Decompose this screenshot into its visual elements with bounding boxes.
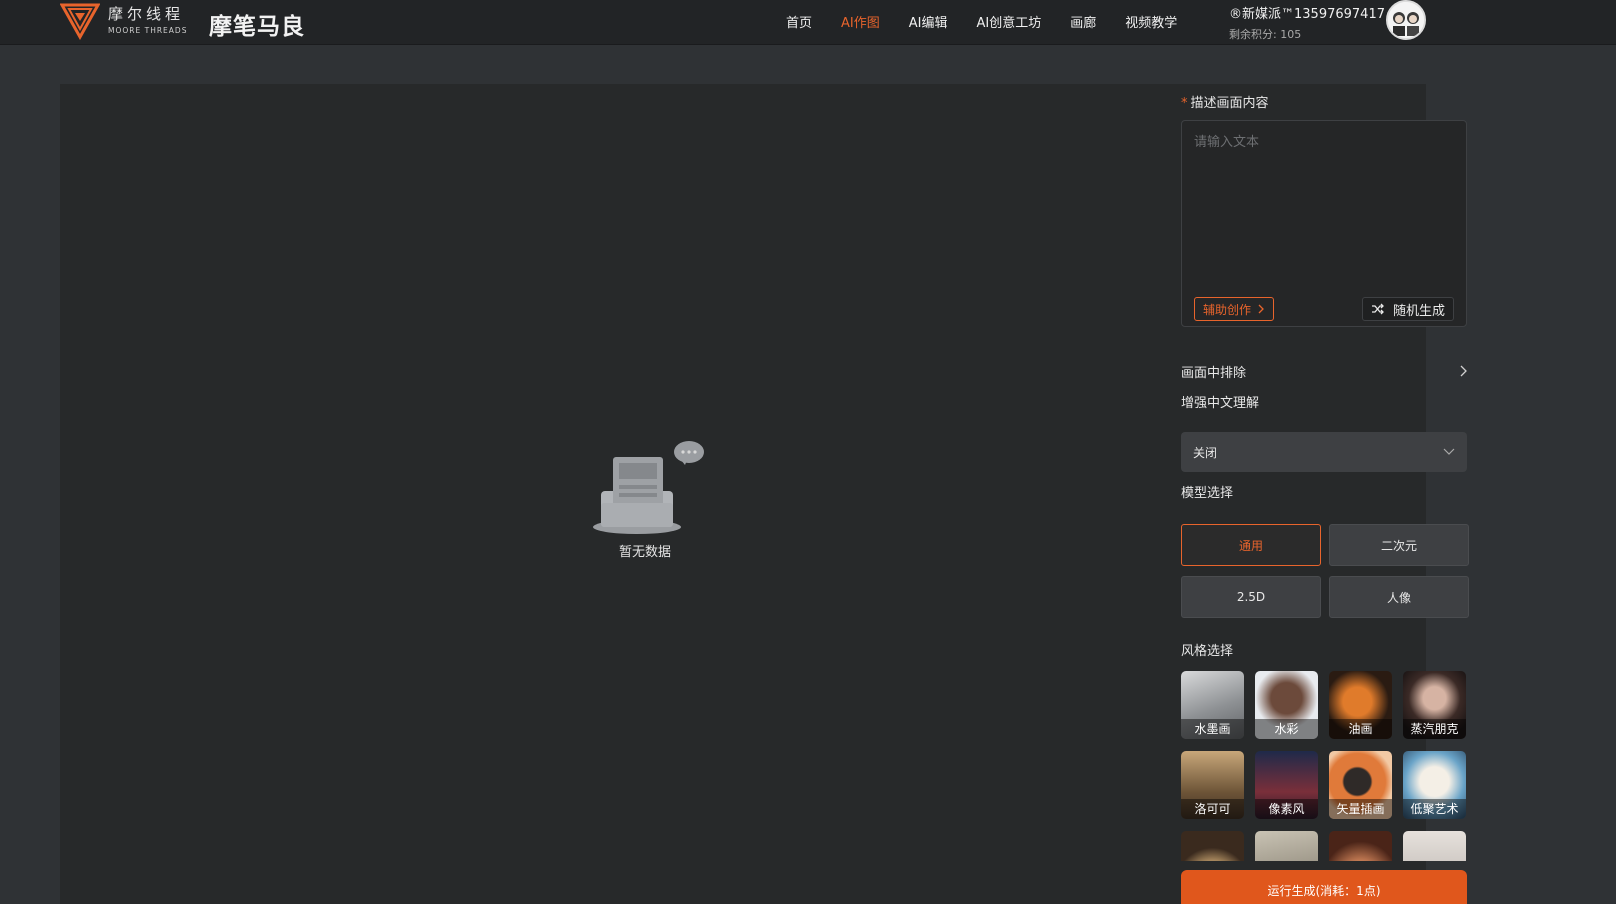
user-info[interactable]: ®新媒派™13597697417 剩余积分: 105 bbox=[1229, 3, 1385, 42]
required-mark: * bbox=[1181, 96, 1188, 111]
exclude-label: 画面中排除 bbox=[1181, 365, 1247, 381]
prompt-box: 辅助创作 随机生成 bbox=[1181, 120, 1467, 327]
style-label: 风格选择 bbox=[1181, 644, 1234, 659]
style-tile-steampunk[interactable]: 蒸汽朋克 bbox=[1403, 671, 1466, 739]
model-label: 模型选择 bbox=[1181, 486, 1234, 501]
nav-ai-draw[interactable]: AI作图 bbox=[841, 12, 880, 31]
nav-ai-workshop[interactable]: AI创意工坊 bbox=[976, 12, 1041, 31]
user-name: ®新媒派™13597697417 bbox=[1229, 7, 1385, 22]
style-tile-label: 水墨画 bbox=[1181, 719, 1244, 739]
nav-ai-edit[interactable]: AI编辑 bbox=[909, 12, 948, 31]
empty-state: 暂无数据 bbox=[535, 439, 755, 560]
chevron-right-icon bbox=[1258, 304, 1264, 314]
empty-inbox-icon bbox=[593, 441, 704, 534]
logo-text-en: MOORE THREADS bbox=[108, 26, 188, 36]
nav-home[interactable]: 首页 bbox=[786, 12, 812, 31]
model-2-5d-button[interactable]: 2.5D bbox=[1181, 576, 1321, 618]
exclude-row[interactable]: 画面中排除 bbox=[1181, 360, 1467, 382]
logo-text-cn: 摩尔线程 bbox=[108, 5, 185, 24]
style-tile-label: 水彩 bbox=[1255, 719, 1318, 739]
style-tile-label: 低聚艺术 bbox=[1403, 799, 1466, 819]
model-anime-button[interactable]: 二次元 bbox=[1329, 524, 1469, 566]
style-tile-label: 矢量插画 bbox=[1329, 799, 1392, 819]
moore-threads-logo-icon bbox=[60, 3, 100, 40]
style-tile-12[interactable] bbox=[1403, 831, 1466, 861]
style-tile-rococo[interactable]: 洛可可 bbox=[1181, 751, 1244, 819]
style-tile-watercolor[interactable]: 水彩 bbox=[1255, 671, 1318, 739]
model-portrait-button[interactable]: 人像 bbox=[1329, 576, 1469, 618]
avatar[interactable] bbox=[1386, 0, 1426, 40]
random-generate-label: 随机生成 bbox=[1392, 303, 1445, 319]
shuffle-icon bbox=[1371, 303, 1384, 315]
enhance-select[interactable]: 关闭 bbox=[1181, 432, 1467, 472]
style-tile-oil[interactable]: 油画 bbox=[1329, 671, 1392, 739]
style-tile-label: 油画 bbox=[1329, 719, 1392, 739]
style-tile-pixel[interactable]: 像素风 bbox=[1255, 751, 1318, 819]
style-tile-10[interactable] bbox=[1255, 831, 1318, 861]
result-canvas: 暂无数据 bbox=[60, 84, 1100, 904]
run-generate-button[interactable]: 运行生成(消耗：1点) bbox=[1181, 870, 1467, 904]
main-nav: 首页 AI作图 AI编辑 AI创意工坊 画廊 视频教学 bbox=[786, 12, 1177, 31]
style-tile-label: 蒸汽朋克 bbox=[1403, 719, 1466, 739]
moore-threads-logo[interactable]: 摩尔线程 MOORE THREADS bbox=[60, 2, 187, 40]
top-bar: 摩尔线程 MOORE THREADS 摩笔马良 首页 AI作图 AI编辑 AI创… bbox=[0, 0, 1616, 45]
chevron-down-icon bbox=[1443, 448, 1455, 455]
empty-caption: 暂无数据 bbox=[618, 545, 671, 560]
app-title: 摩笔马良 bbox=[209, 14, 305, 40]
style-grid: 水墨画 水彩 油画 蒸汽朋克 洛可可 像素风 矢量插画 低聚艺术 bbox=[1181, 671, 1467, 861]
enhance-select-value: 关闭 bbox=[1193, 445, 1218, 460]
prompt-input[interactable] bbox=[1182, 121, 1466, 281]
style-tile-vector[interactable]: 矢量插画 bbox=[1329, 751, 1392, 819]
model-general-button[interactable]: 通用 bbox=[1181, 524, 1321, 566]
chevron-right-icon bbox=[1460, 365, 1467, 377]
style-tile-low-poly[interactable]: 低聚艺术 bbox=[1403, 751, 1466, 819]
assist-create-label: 辅助创作 bbox=[1203, 302, 1252, 317]
user-points: 剩余积分: 105 bbox=[1229, 28, 1302, 41]
prompt-label: * 描述画面内容 bbox=[1181, 92, 1269, 111]
workspace: 暂无数据 *描述画面内容 辅助创作 随机生成 画面中排除 bbox=[60, 84, 1469, 904]
nav-gallery[interactable]: 画廊 bbox=[1070, 12, 1096, 31]
style-tile-11[interactable] bbox=[1329, 831, 1392, 861]
nav-video-tutorial[interactable]: 视频教学 bbox=[1125, 12, 1177, 31]
random-generate-button[interactable]: 随机生成 bbox=[1361, 297, 1454, 321]
style-tile-label: 像素风 bbox=[1255, 799, 1318, 819]
settings-panel: *描述画面内容 辅助创作 随机生成 画面中排除 增强中文理解 bbox=[1181, 84, 1469, 904]
style-tile-9[interactable] bbox=[1181, 831, 1244, 861]
prompt-label-text: 描述画面内容 bbox=[1190, 96, 1269, 111]
style-tile-ink[interactable]: 水墨画 bbox=[1181, 671, 1244, 739]
style-tile-label: 洛可可 bbox=[1181, 799, 1244, 819]
avatar-image bbox=[1388, 2, 1424, 38]
assist-create-button[interactable]: 辅助创作 bbox=[1194, 297, 1275, 321]
enhance-label: 增强中文理解 bbox=[1181, 396, 1260, 411]
